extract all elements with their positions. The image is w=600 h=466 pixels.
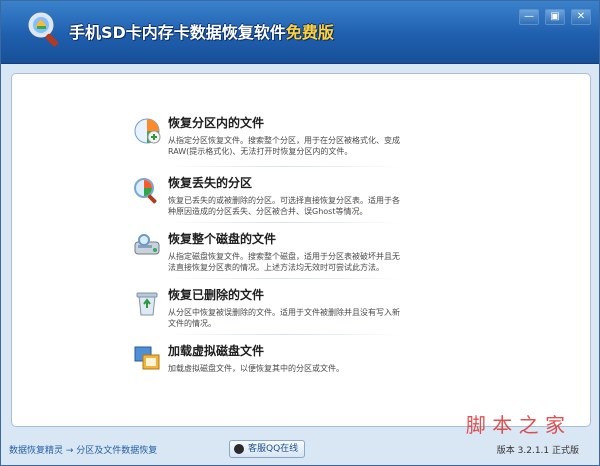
maximize-button[interactable]: ▣ <box>545 9 565 25</box>
magnifier-logo-icon <box>28 12 59 47</box>
app-title: 手机SD卡内存卡数据恢复软件免费版 <box>69 19 334 43</box>
divider <box>168 278 404 279</box>
option-recover-lost-partition[interactable]: 恢复丢失的分区 恢复已丢失的或被删除的分区。可选择直接恢复分区表。适用于各种原因… <box>134 174 404 217</box>
divider <box>168 334 404 335</box>
option-restore-partition-files[interactable]: 恢复分区内的文件 从指定分区恢复文件。搜索整个分区，用于在分区被格式化、变成RA… <box>134 114 404 157</box>
option-title[interactable]: 恢复分区内的文件 <box>168 114 404 131</box>
close-button[interactable]: ✕ <box>571 9 591 25</box>
version-label: 版本 3.2.1.1 正式版 <box>496 446 579 456</box>
option-load-virtual-disk[interactable]: 加载虚拟磁盘文件 加载虚拟磁盘文件，以便恢复其中的分区或文件。 <box>134 342 404 374</box>
divider <box>168 222 404 223</box>
option-title[interactable]: 恢复整个磁盘的文件 <box>168 230 404 247</box>
minimize-button[interactable]: — <box>519 9 539 25</box>
divider <box>168 166 404 167</box>
title-bar: 手机SD卡内存卡数据恢复软件免费版 — ▣ ✕ <box>1 1 599 64</box>
app-title-main: 手机SD卡内存卡数据恢复软件 <box>69 23 286 42</box>
option-recover-whole-disk[interactable]: 恢复整个磁盘的文件 从指定磁盘恢复文件。搜索整个磁盘，适用于分区表被破坏并且无法… <box>134 230 404 273</box>
window-controls: — ▣ ✕ <box>519 9 591 25</box>
option-description: 从分区中恢复被误删除的文件。适用于文件被删除并且没有写入新文件的情况。 <box>168 308 400 328</box>
qq-support-button[interactable]: 客服QQ在线 <box>229 440 306 458</box>
qq-icon <box>234 444 244 454</box>
option-description: 从指定分区恢复文件。搜索整个分区，用于在分区被格式化、变成RAW(提示格式化)、… <box>168 136 400 156</box>
lost-partition-icon <box>134 178 157 204</box>
disk-recovery-icon <box>134 234 160 255</box>
app-window: 手机SD卡内存卡数据恢复软件免费版 — ▣ ✕ 恢复分区内的文件 从指定分区恢复… <box>0 0 600 466</box>
qq-support-label: 客服QQ在线 <box>248 444 299 454</box>
app-title-free: 免费版 <box>285 23 334 42</box>
recycle-bin-icon <box>136 292 158 316</box>
option-title[interactable]: 恢复已删除的文件 <box>168 286 404 303</box>
option-recover-deleted-files[interactable]: 恢复已删除的文件 从分区中恢复被误删除的文件。适用于文件被删除并且没有写入新文件… <box>136 286 404 329</box>
option-title[interactable]: 恢复丢失的分区 <box>168 174 404 191</box>
option-title[interactable]: 加载虚拟磁盘文件 <box>168 342 404 359</box>
breadcrumb: 数据恢复精灵 → 分区及文件数据恢复 <box>9 446 158 456</box>
options-panel: 恢复分区内的文件 从指定分区恢复文件。搜索整个分区，用于在分区被格式化、变成RA… <box>11 73 591 427</box>
option-description: 加载虚拟磁盘文件，以便恢复其中的分区或文件。 <box>168 364 344 373</box>
virtual-disk-icon <box>134 346 160 370</box>
option-description: 从指定磁盘恢复文件。搜索整个磁盘，适用于分区表被破坏并且无法直接恢复分区表的情况… <box>168 252 400 272</box>
option-description: 恢复已丢失的或被删除的分区。可选择直接恢复分区表。适用于各种原因造成的分区丢失、… <box>168 196 400 216</box>
watermark: 脚 本 之 家 <box>465 413 565 437</box>
partition-restore-icon <box>134 118 161 144</box>
